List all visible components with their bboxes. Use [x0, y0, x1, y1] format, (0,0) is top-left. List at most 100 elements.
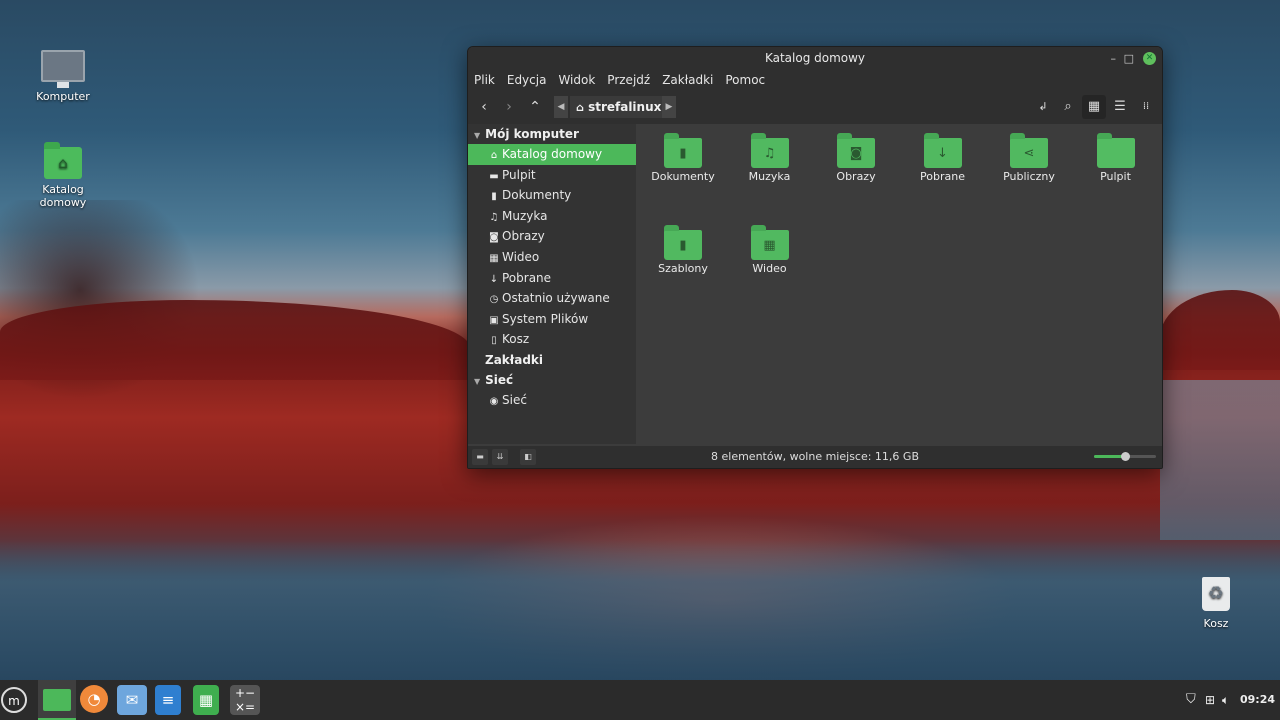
clock[interactable]: 09:24	[1240, 680, 1275, 720]
desktop-icon-home[interactable]: ⌂ Katalog domowy	[18, 142, 108, 209]
menu-view[interactable]: Widok	[552, 70, 601, 90]
compact-view-button[interactable]: ⁞⁞	[1134, 95, 1158, 119]
breadcrumb-right-arrow[interactable]: ▶	[662, 96, 676, 118]
sidebar-section-label: Mój komputer	[485, 127, 579, 141]
sidebar-item-label: Sieć	[502, 392, 527, 407]
minimize-button[interactable]: –	[1111, 47, 1117, 70]
breadcrumb-home[interactable]: ⌂ strefalinux	[570, 96, 662, 118]
home-folder-icon: ⌂	[44, 142, 82, 179]
file-item-label: Publiczny	[1003, 170, 1055, 183]
file-manager-window: Katalog domowy – □ ✕ Plik Edycja Widok P…	[467, 46, 1163, 469]
sidebar-item-6[interactable]: ↓ Pobrane	[468, 268, 636, 289]
list-view-button[interactable]: ☰	[1108, 95, 1132, 119]
document-folder-icon: ▮	[664, 133, 702, 168]
music-icon: ♫	[489, 211, 499, 223]
file-item-0[interactable]: ▮ Dokumenty	[640, 132, 726, 183]
writer-app-icon[interactable]: ≡	[155, 685, 181, 715]
volume-icon[interactable]: 🔈︎	[1222, 680, 1229, 720]
sidebar-item-label: Muzyka	[502, 208, 548, 223]
up-button[interactable]: ⌃	[523, 95, 547, 119]
menu-help[interactable]: Pomoc	[719, 70, 771, 90]
sidebar-network-item-0[interactable]: ◉ Sieć	[468, 390, 636, 411]
file-item-7[interactable]: ▦ Wideo	[727, 224, 813, 275]
file-item-label: Szablony	[658, 262, 708, 275]
file-item-4[interactable]: ⋖ Publiczny	[986, 132, 1072, 183]
sidebar-section-bookmarks[interactable]: Zakładki	[468, 350, 636, 370]
template-folder-icon: ▮	[664, 225, 702, 260]
breadcrumb-left-arrow[interactable]: ◀	[554, 96, 568, 118]
drive-icon: ▣	[489, 314, 499, 326]
zoom-slider[interactable]	[1094, 452, 1156, 461]
menu-button[interactable]: m	[1, 687, 27, 713]
sidebar-item-7[interactable]: ◷ Ostatnio używane	[468, 288, 636, 309]
open-terminal-icon[interactable]: ↲	[1031, 95, 1055, 119]
computer-icon	[41, 50, 85, 88]
sidebar-item-4[interactable]: ◙ Obrazy	[468, 226, 636, 247]
back-button[interactable]: ‹	[472, 95, 496, 119]
file-item-6[interactable]: ▮ Szablony	[640, 224, 726, 275]
toolbar: ‹ › ⌃ ◀ ⌂ strefalinux ▶ ↲ ⌕ ▦ ☰ ⁞⁞	[468, 90, 1162, 125]
wallpaper-hill-left	[0, 300, 470, 380]
forward-button[interactable]: ›	[497, 95, 521, 119]
recycle-icon: ♻	[1202, 577, 1230, 611]
file-item-label: Obrazy	[836, 170, 876, 183]
desktop-icon-computer[interactable]: Komputer	[18, 50, 108, 103]
sidebar-places: ⌂ Katalog domowy ▬ Pulpit ▮ Dokumenty ♫ Muzyka ◙…	[468, 144, 636, 350]
breadcrumb-label: strefalinux	[588, 100, 662, 114]
statusbar: ▬ ⇊ ◧ 8 elementów, wolne miejsce: 11,6 G…	[468, 446, 1162, 468]
files-app-icon[interactable]	[43, 689, 71, 711]
sidebar-item-2[interactable]: ▮ Dokumenty	[468, 185, 636, 206]
menu-file[interactable]: Plik	[468, 70, 501, 90]
sidebar-section-my-computer[interactable]: ▼ Mój komputer	[468, 124, 636, 144]
calculator-app-icon[interactable]: +− ×=	[230, 685, 260, 715]
sidebar-item-label: Pulpit	[502, 167, 536, 182]
firefox-app-icon[interactable]: ◔	[80, 685, 108, 713]
camera-folder-icon: ◙	[837, 133, 875, 168]
file-item-5[interactable]: Pulpit	[1073, 132, 1159, 183]
file-item-3[interactable]: ↓ Pobrane	[900, 132, 986, 183]
menu-go[interactable]: Przejdź	[601, 70, 656, 90]
calc-app-icon[interactable]: ▦	[193, 685, 219, 715]
network-icon[interactable]: ⊞	[1205, 680, 1215, 720]
wallpaper-water	[0, 540, 1280, 680]
desktop-icon-label: Kosz	[1203, 617, 1229, 630]
icon-view-button[interactable]: ▦	[1082, 95, 1106, 119]
desktop-icon-trash[interactable]: ♻ Kosz	[1171, 577, 1261, 630]
sidebar-section-label: Zakładki	[485, 352, 544, 367]
mail-app-icon[interactable]: ✉	[117, 685, 147, 715]
close-button[interactable]: ✕	[1143, 52, 1156, 65]
shield-icon[interactable]: ⛉	[1186, 680, 1196, 720]
sidebar-section-label: Sieć	[485, 372, 514, 387]
share-folder-icon: ⋖	[1010, 133, 1048, 168]
sidebar-item-9[interactable]: ▯ Kosz	[468, 329, 636, 350]
zoom-slider-handle[interactable]	[1121, 452, 1130, 461]
download-folder-icon: ↓	[923, 133, 962, 168]
sidebar-item-label: Katalog domowy	[502, 147, 603, 161]
menu-edit[interactable]: Edycja	[501, 70, 553, 90]
menu-bookmarks[interactable]: Zakładki	[656, 70, 719, 90]
sidebar-item-3[interactable]: ♫ Muzyka	[468, 206, 636, 227]
maximize-button[interactable]: □	[1124, 47, 1134, 70]
file-item-label: Pobrane	[920, 170, 965, 183]
wallpaper-water-right	[1160, 380, 1280, 540]
film-folder-icon: ▦	[750, 225, 789, 260]
desktop-icon-label: Komputer	[36, 90, 90, 103]
clock-icon: ◷	[489, 294, 499, 306]
window-title: Katalog domowy	[764, 51, 866, 65]
sidebar-item-0[interactable]: ⌂ Katalog domowy	[468, 144, 636, 165]
sidebar-section-network[interactable]: ▼ Sieć	[468, 370, 636, 390]
status-text: 8 elementów, wolne miejsce: 11,6 GB	[711, 450, 919, 463]
file-item-label: Dokumenty	[651, 170, 715, 183]
file-item-1[interactable]: ♫ Muzyka	[727, 132, 813, 183]
sidebar-item-label: Obrazy	[502, 229, 545, 244]
file-item-2[interactable]: ◙ Obrazy	[813, 132, 899, 183]
sidebar-item-5[interactable]: ▦ Wideo	[468, 247, 636, 268]
window-titlebar[interactable]: Katalog domowy – □ ✕	[468, 47, 1162, 70]
wallpaper-hill-right	[1160, 290, 1280, 370]
sidebar-item-8[interactable]: ▣ System Plików	[468, 309, 636, 330]
plain-folder-icon	[1096, 133, 1135, 168]
search-icon[interactable]: ⌕	[1056, 95, 1080, 119]
sidebar-item-1[interactable]: ▬ Pulpit	[468, 165, 636, 186]
sidebar-item-label: Dokumenty	[502, 188, 572, 203]
sidebar-item-label: Ostatnio używane	[502, 291, 610, 306]
